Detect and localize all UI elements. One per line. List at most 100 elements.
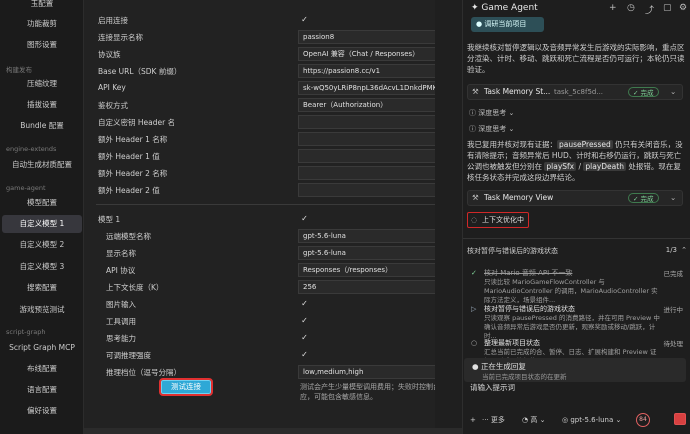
auth-select[interactable]: Bearer（Authorization）⌄ <box>298 98 435 112</box>
task-list-header[interactable]: 核对暂停与错误后的游戏状态 1/3 ⌃ <box>467 246 687 256</box>
sidebar-item-custom-model-1[interactable]: 自定义模型 1 <box>2 215 82 233</box>
effort-label: 高 <box>530 416 538 424</box>
tool-name: Task Memory View <box>484 193 554 202</box>
analysis-part-a: 我已复用并核对现有证据： <box>467 140 557 149</box>
add-icon[interactable]: + <box>609 3 617 13</box>
model-select[interactable]: ◎ gpt-5.6-luna ⌄ <box>562 413 621 427</box>
history-icon[interactable]: ◷ <box>627 3 635 13</box>
model-display-input[interactable]: gpt-5.6-luna <box>298 246 435 260</box>
spinner-icon: ◌ <box>471 216 478 224</box>
attach-icon[interactable]: + <box>470 413 476 427</box>
tab-research-project[interactable]: ● 调研当前项目 <box>471 17 544 32</box>
display-name-input[interactable]: passion8 <box>298 30 435 44</box>
sidebar-item-language[interactable]: 语言配置 <box>2 381 82 399</box>
panel-title: ✦ Game Agent <box>471 3 538 13</box>
sidebar-item-layout-config[interactable]: 布线配置 <box>2 360 82 378</box>
more-button[interactable]: ··· 更多 <box>482 413 505 427</box>
sidebar-item-bundle[interactable]: Bundle 配置 <box>2 117 82 135</box>
apikey-input[interactable]: sk-wQ50yLRiP8npL36dAcvL1DnkdPMKu0wr1mPMO… <box>298 81 435 95</box>
sidebar-item-custom-model-2[interactable]: 自定义模型 2 <box>2 236 82 254</box>
chevron-up-icon: ⌃ <box>681 246 687 254</box>
sidebar-item-auto-material[interactable]: 自动生成材质配置 <box>2 156 82 174</box>
generating-text: 正在生成回复 <box>480 362 526 371</box>
extra-h1-value-label: 额外 Header 1 值 <box>98 152 160 161</box>
sidebar-item-feature-trim[interactable]: 功能裁剪 <box>2 15 82 33</box>
stop-button[interactable] <box>674 413 686 425</box>
sidebar-item-compress-texture[interactable]: 压缩纹理 <box>2 75 82 93</box>
tool-call-label: 工具调用 <box>106 317 136 326</box>
sidebar-item-plugin[interactable]: 插拔设置 <box>2 96 82 114</box>
task-title: 整理最新项目状态 <box>484 339 540 347</box>
extra-h1-name-input[interactable] <box>298 132 435 146</box>
chevron-down-icon: ⌄ <box>670 87 677 96</box>
tab-label: 调研当前项目 <box>484 20 527 28</box>
sidebar-item-custom-model-3[interactable]: 自定义模型 3 <box>2 258 82 276</box>
chevron-down-icon: ⌄ <box>670 193 677 202</box>
reasoning-input[interactable]: low,medium,high <box>298 365 435 379</box>
composer-toolbar: + ··· 更多 ◔ 高 ⌄ ◎ gpt-5.6-luna ⌄ <box>466 413 688 427</box>
sidebar-item-graphics[interactable]: 图形设置 <box>2 36 82 54</box>
sidebar-item-0[interactable]: 玉配置 <box>2 0 82 13</box>
task-desc: 只读观察 pausePressed 的消费路径，并在可用 Preview 中确认… <box>484 314 660 340</box>
custom-header-input[interactable] <box>298 115 435 129</box>
task-status: 已完成 <box>663 270 684 278</box>
more-label: 更多 <box>490 416 505 424</box>
sidebar-item-preferences[interactable]: 偏好设置 <box>2 402 82 420</box>
adjust-intensity-checkbox[interactable]: ✓ <box>300 350 309 359</box>
model-1-checkbox[interactable]: ✓ <box>300 214 309 223</box>
code-pause-pressed: pausePressed <box>557 140 613 149</box>
extra-h2-name-input[interactable] <box>298 166 435 180</box>
protocol-select[interactable]: OpenAI 兼容（Chat / Responses）⌄ <box>298 47 435 61</box>
api-protocol-label: API 协议 <box>106 266 136 275</box>
adjust-intensity-label: 可调推理强度 <box>106 351 151 360</box>
effort-select[interactable]: ◔ 高 ⌄ <box>522 413 545 427</box>
extra-h1-name-label: 额外 Header 1 名称 <box>98 135 168 144</box>
image-input-label: 图片输入 <box>106 300 136 309</box>
model-label: gpt-5.6-luna <box>570 416 614 424</box>
api-protocol-select[interactable]: Responses（/responses）⌄ <box>298 263 435 277</box>
thinking-label: 思考能力 <box>106 334 136 343</box>
test-connection-button[interactable]: 测试连接 <box>159 378 213 396</box>
done-label: 完成 <box>640 89 654 97</box>
bottom-tab-strip <box>84 428 462 434</box>
image-input-checkbox[interactable]: ✓ <box>300 299 309 308</box>
panel-title-text: Game Agent <box>481 3 538 13</box>
deep-think-2[interactable]: ⓘ 深度思考 ⌄ <box>469 124 514 134</box>
tool-row-task-memory-view[interactable]: ⚒ Task Memory View ✓ 完成 ⌄ <box>467 190 683 206</box>
share-icon[interactable]: ⤴ <box>645 3 654 16</box>
deep-think-label-2: 深度思考 <box>478 125 507 133</box>
context-length-input[interactable]: 256 <box>298 280 435 294</box>
api-protocol-value: Responses（/responses） <box>303 266 393 274</box>
enable-checkbox[interactable]: ✓ <box>300 15 309 24</box>
sidebar-item-preview-test[interactable]: 游戏预览测试 <box>2 301 82 319</box>
tool-call-checkbox[interactable]: ✓ <box>300 316 309 325</box>
done-badge: ✓ 完成 <box>628 193 659 203</box>
deep-think-1[interactable]: ⓘ 深度思考 ⌄ <box>469 108 514 118</box>
sidebar-group-agent: game-agent <box>6 184 46 192</box>
reasoning-label: 推理档位（逗号分隔） <box>106 368 181 377</box>
prompt-input[interactable]: 请输入提示词 <box>470 382 515 393</box>
sidebar-item-model-config[interactable]: 模型配置 <box>2 194 82 212</box>
remote-model-input[interactable]: gpt-5.6-luna <box>298 229 435 243</box>
thinking-checkbox[interactable]: ✓ <box>300 333 309 342</box>
task-title: 核对 Mario 音频 API 不一致 <box>484 269 573 277</box>
protocol-label: 协议族 <box>98 50 121 59</box>
task-header-title: 核对暂停与错误后的游戏状态 <box>467 247 558 255</box>
sidebar-item-search-config[interactable]: 搜索配置 <box>2 279 82 297</box>
done-badge: ✓ 完成 <box>628 87 659 97</box>
custom-model-form: 启用连接 ✓ 连接显示名称 passion8 协议族 OpenAI 兼容（Cha… <box>84 0 435 434</box>
tool-sub: task_5c8f5d... <box>554 88 604 96</box>
gear-icon[interactable]: ⚙ <box>679 3 687 13</box>
extra-h2-value-input[interactable] <box>298 183 435 197</box>
extra-h1-value-input[interactable] <box>298 149 435 163</box>
generating-status: ● 正在生成回复 当前已完成项目状态的在更新 <box>464 358 686 382</box>
play-icon: ▷ <box>471 305 477 313</box>
sidebar-group-build: 构建发布 <box>6 66 32 74</box>
circle-icon: ○ <box>471 339 478 347</box>
window-icon[interactable]: ▢ <box>663 3 672 13</box>
tool-row-task-memory-store[interactable]: ⚒ Task Memory St... task_5c8f5d... ✓ 完成 … <box>467 84 683 100</box>
sidebar-item-script-graph-mcp[interactable]: Script Graph MCP <box>2 339 82 357</box>
done-label: 完成 <box>640 195 654 203</box>
baseurl-input[interactable]: https://passion8.cc/v1 <box>298 64 435 78</box>
auth-value: Bearer（Authorization） <box>303 101 388 109</box>
